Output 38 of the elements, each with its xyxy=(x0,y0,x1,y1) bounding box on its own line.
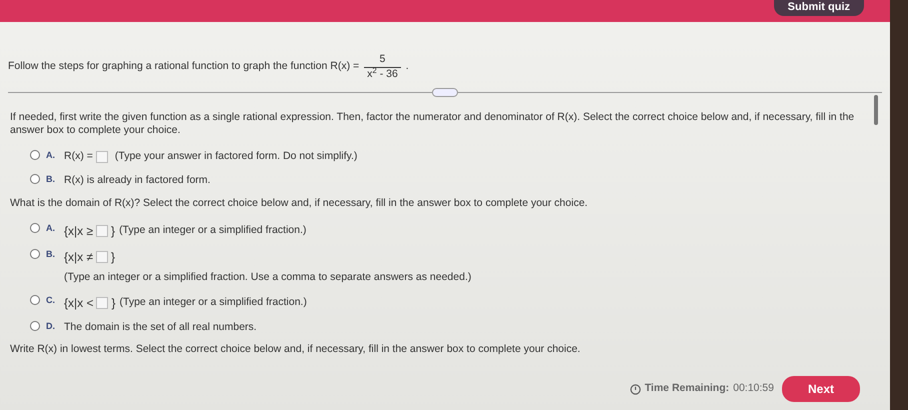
radio-button[interactable] xyxy=(30,320,40,331)
period-text: . xyxy=(406,59,409,74)
choice-letter: B. xyxy=(46,248,56,261)
brace-text: } xyxy=(111,222,116,240)
hint-text: (Type an integer or a simplified fraction. Use a comma to separate answers as needed.) xyxy=(64,270,472,285)
choice-letter: C. xyxy=(46,294,56,307)
prompt-text: Follow the steps for graphing a rational function to graph the function xyxy=(8,59,328,74)
scrollbar-thumb[interactable] xyxy=(874,95,878,125)
function-name: R(x) = xyxy=(330,59,360,74)
hint-text: (Type an integer or a simplified fraction.) xyxy=(119,294,307,310)
radio-button[interactable] xyxy=(30,294,40,305)
question-text: What is the domain of R(x)? Select the correct choice below and, if necessary, fill in the answer box to complete your choice. xyxy=(10,196,589,210)
hint-text: (Type an integer or a simplified fraction.) xyxy=(119,223,306,238)
radio-button[interactable] xyxy=(30,248,40,259)
next-button[interactable]: Next xyxy=(782,376,860,402)
question-text: If needed, first write the given function as a single rational expression. Then, factor the numerator and denominator of R(x). Select the correct choice below and, if necessary, fill in the answer box to complete your choice. xyxy=(10,111,856,138)
hint-text: (Type your answer in factored form. Do not simplify.) xyxy=(114,149,358,164)
choice-letter: B. xyxy=(46,173,56,186)
submit-quiz-button[interactable]: Submit quiz xyxy=(774,0,864,16)
expression-text: R(x) = xyxy=(64,149,93,164)
timer-label: Time Remaining: xyxy=(644,381,730,396)
choice-letter: A. xyxy=(46,149,56,162)
choice-letter: A. xyxy=(46,222,56,235)
radio-button[interactable] xyxy=(30,174,40,184)
timer-value: 00:10:59 xyxy=(733,381,774,396)
clock-icon xyxy=(630,384,641,394)
set-expression: {x|x < xyxy=(64,294,94,312)
choice-text: The domain is the set of all real numbers. xyxy=(64,320,257,335)
question-text: Write R(x) in lowest terms. Select the correct choice below and, if necessary, fill in the answer box to complete your choice. xyxy=(10,343,582,356)
brace-text: } xyxy=(111,248,116,266)
set-expression: {x|x ≠ xyxy=(64,248,94,266)
set-expression: {x|x ≥ xyxy=(64,222,94,240)
radio-button[interactable] xyxy=(30,150,40,160)
expand-handle[interactable] xyxy=(432,88,458,97)
choice-text: R(x) is already in factored form. xyxy=(64,173,210,188)
brace-text: } xyxy=(111,294,116,312)
choice-letter: D. xyxy=(46,320,56,333)
radio-button[interactable] xyxy=(30,222,40,233)
